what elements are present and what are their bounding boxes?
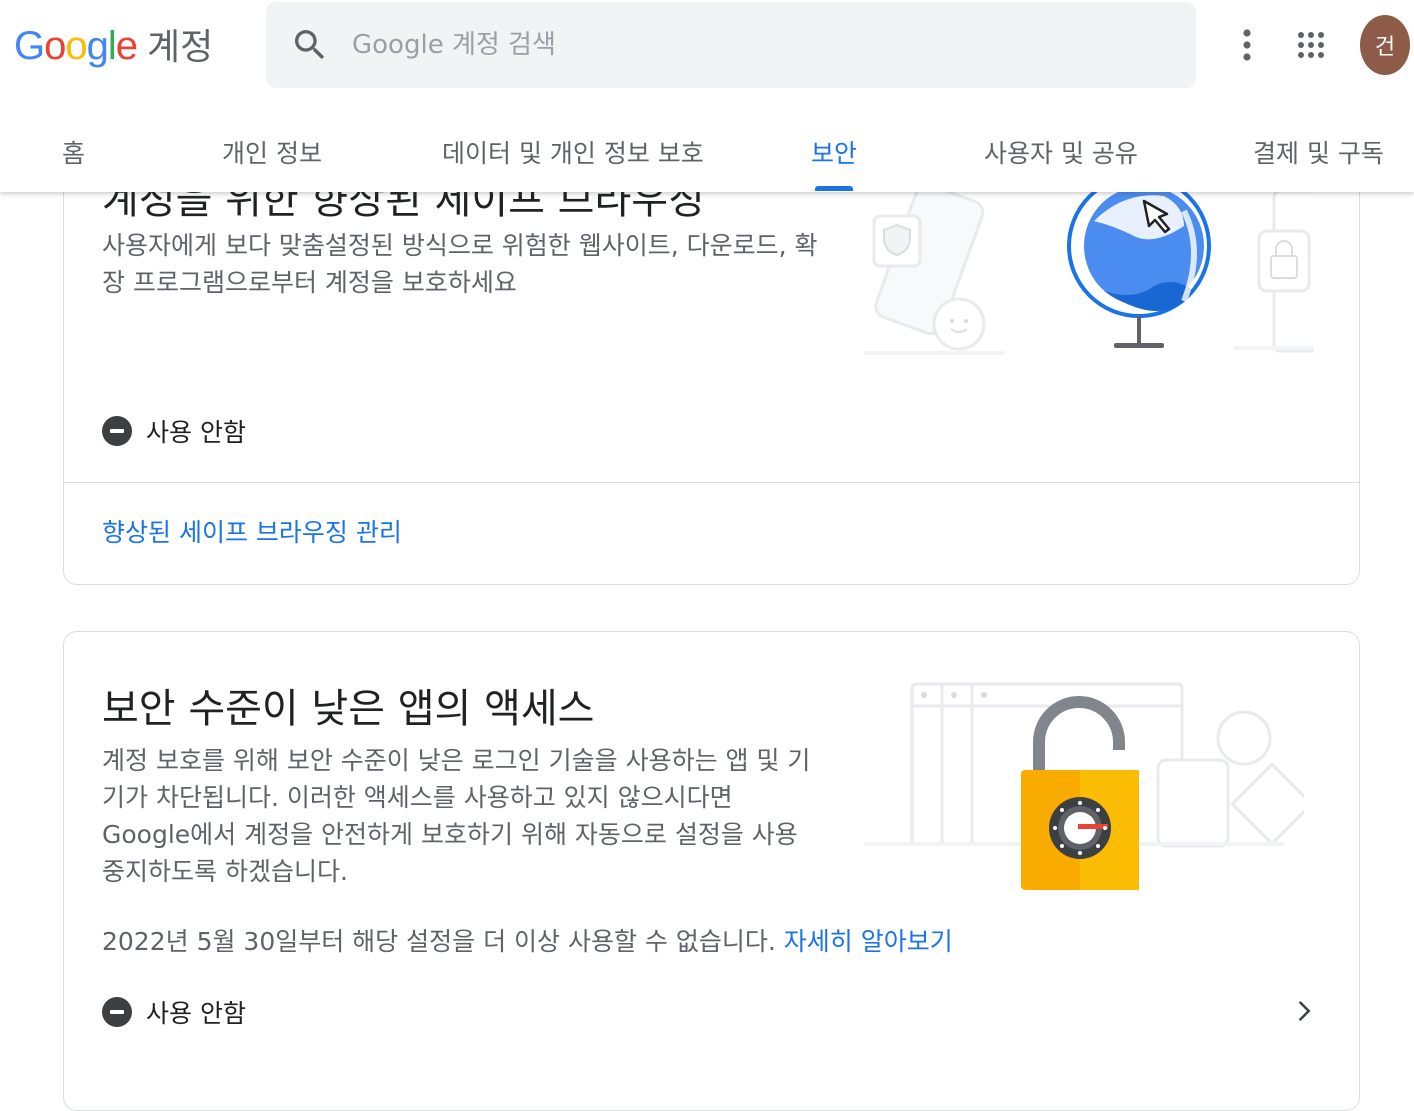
avatar[interactable]: 건 xyxy=(1360,15,1410,75)
globe-cursor-icon xyxy=(864,181,1314,355)
manage-safe-browsing-link[interactable]: 향상된 세이프 브라우징 관리 xyxy=(102,513,402,549)
divider xyxy=(64,482,1359,483)
tab-security[interactable]: 보안 xyxy=(811,134,857,170)
tab-payments-subscriptions[interactable]: 결제 및 구독 xyxy=(1253,134,1384,170)
google-logo: Google xyxy=(14,24,138,68)
status-label: 사용 안함 xyxy=(146,418,246,447)
less-secure-apps-title: 보안 수준이 낮은 앱의 액세스 xyxy=(102,686,595,732)
less-secure-apps-status: 사용 안함 xyxy=(102,994,246,1030)
safe-browsing-status: 사용 안함 xyxy=(102,413,246,449)
app-header: Google 계정 건 홈 개인 정보 데이터 및 개인 정보 보호 보안 사용… xyxy=(0,0,1414,192)
safe-browsing-description: 사용자에게 보다 맞춤설정된 방식으로 위험한 웹사이트, 다운로드, 확장 프… xyxy=(102,231,818,297)
chevron-right-icon[interactable] xyxy=(1288,996,1318,1026)
deprecation-note: 2022년 5월 30일부터 해당 설정을 더 이상 사용할 수 없습니다. 자… xyxy=(102,922,953,958)
search-input[interactable] xyxy=(352,30,1152,60)
tab-personal-info[interactable]: 개인 정보 xyxy=(222,134,322,170)
apps-grid-icon xyxy=(1298,32,1324,58)
nav-tabs: 홈 개인 정보 데이터 및 개인 정보 보호 보안 사용자 및 공유 결제 및 … xyxy=(0,122,1414,192)
minus-circle-icon xyxy=(102,416,132,446)
tab-people-sharing[interactable]: 사용자 및 공유 xyxy=(984,134,1138,170)
tab-home[interactable]: 홈 xyxy=(62,134,85,170)
google-account-logo[interactable]: Google 계정 xyxy=(14,18,213,70)
status-label: 사용 안함 xyxy=(146,999,246,1028)
less-secure-apps-description: 계정 보호를 위해 보안 수준이 낮은 로그인 기술을 사용하는 앱 및 기기가… xyxy=(102,746,811,886)
more-vert-icon xyxy=(1243,29,1251,61)
google-apps-button[interactable] xyxy=(1288,22,1334,68)
more-options-button[interactable] xyxy=(1224,22,1270,68)
open-lock-icon xyxy=(864,682,1304,890)
learn-more-link[interactable]: 자세히 알아보기 xyxy=(784,927,953,956)
active-tab-indicator xyxy=(815,186,853,191)
less-secure-apps-card[interactable]: 보안 수준이 낮은 앱의 액세스 계정 보호를 위해 보안 수준이 낮은 로그인… xyxy=(63,631,1360,1111)
deprecation-text: 2022년 5월 30일부터 해당 설정을 더 이상 사용할 수 없습니다. xyxy=(102,927,776,956)
search-icon[interactable] xyxy=(290,25,330,65)
minus-circle-icon xyxy=(102,997,132,1027)
tab-data-privacy[interactable]: 데이터 및 개인 정보 보호 xyxy=(442,134,704,170)
search-bar[interactable] xyxy=(266,2,1196,88)
logo-word: 계정 xyxy=(147,27,214,68)
